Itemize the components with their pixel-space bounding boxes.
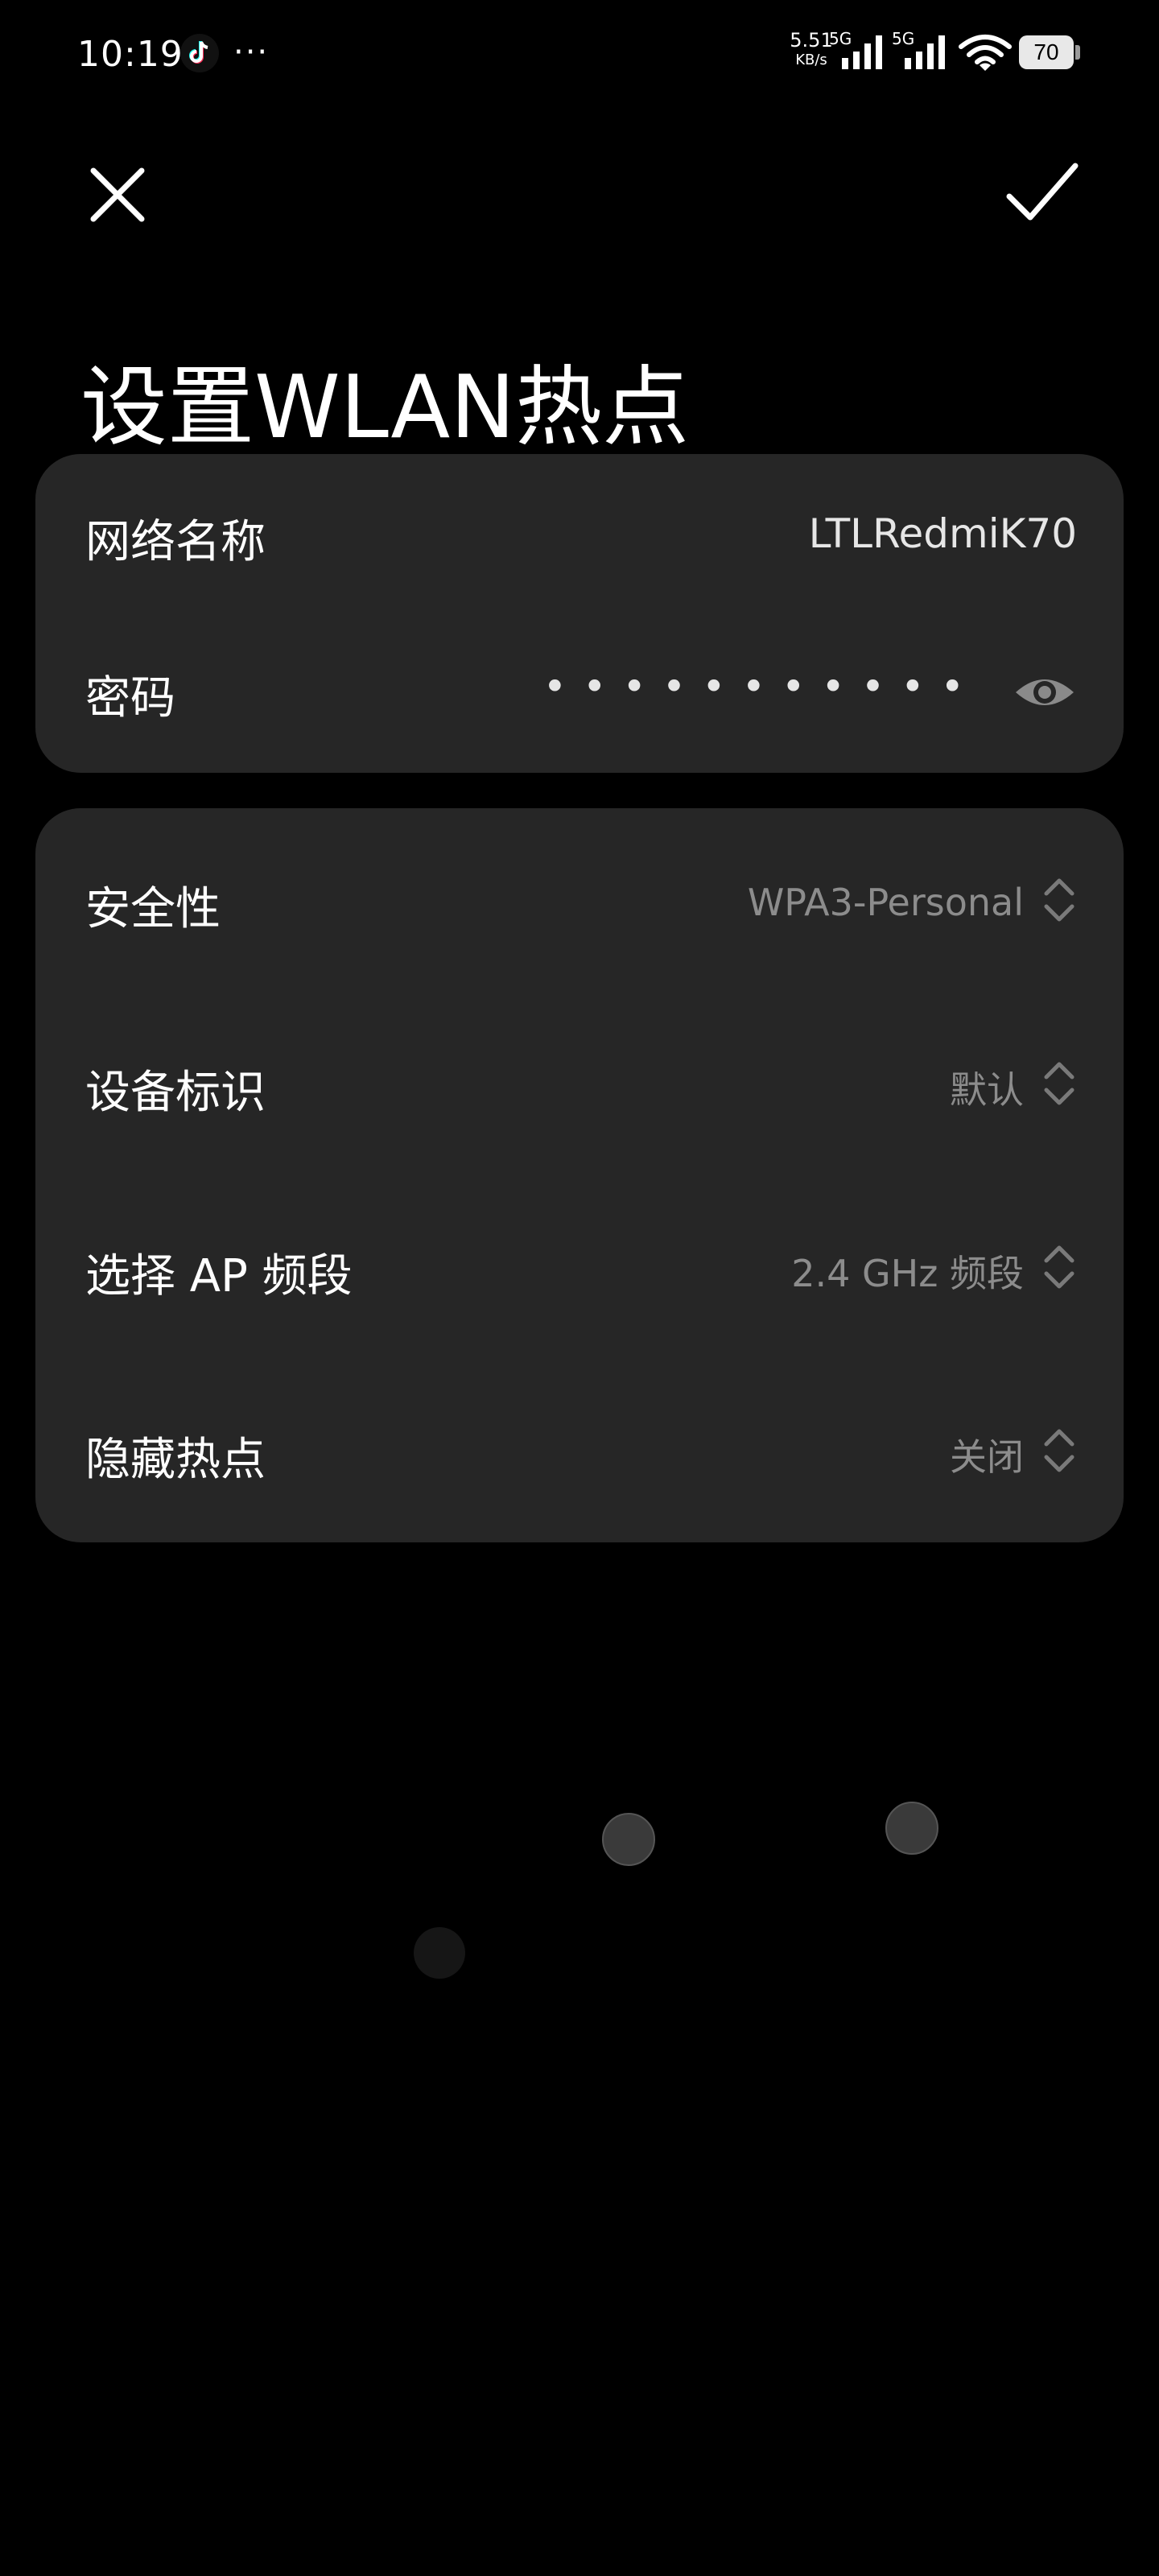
signal-icon [903,34,948,71]
close-icon [90,167,145,222]
device-id-value[interactable]: 默认 [950,1061,1024,1114]
hide-hotspot-row[interactable]: 隐藏热点 关闭 [35,1359,1124,1542]
hide-hotspot-value[interactable]: 关闭 [950,1428,1024,1481]
security-value[interactable]: WPA3-Personal [748,881,1024,924]
touch-indicator [602,1813,655,1866]
chevron-up-down-icon[interactable] [1043,1058,1075,1109]
network-name-value[interactable]: LTLRedmiK70 [809,510,1077,557]
page-title: 设置WLAN热点 [80,357,690,459]
close-button[interactable] [80,158,155,232]
ap-band-label: 选择 AP 频段 [85,1250,353,1302]
status-bar: 10:19 ··· 5.51 KB/s 5G 5G 70 [0,0,1159,105]
device-id-row[interactable]: 设备标识 默认 [35,992,1124,1175]
password-label: 密码 [85,672,175,724]
network-card: 网络名称 LTLRedmiK70 密码 • • • • • • • • • • … [35,454,1124,773]
password-row[interactable]: 密码 • • • • • • • • • • • [35,615,1124,773]
chevron-up-down-icon[interactable] [1043,874,1075,926]
touch-indicator [414,1927,465,1979]
network-name-label: 网络名称 [85,516,266,568]
touch-indicator [885,1802,938,1855]
network-name-row[interactable]: 网络名称 LTLRedmiK70 [35,454,1124,615]
chevron-up-down-icon[interactable] [1043,1425,1075,1476]
confirm-button[interactable] [1001,156,1082,230]
security-row[interactable]: 安全性 WPA3-Personal [35,808,1124,992]
eye-icon[interactable] [1013,660,1077,724]
hide-hotspot-label: 隐藏热点 [85,1434,266,1486]
signal-icon [840,34,885,71]
settings-card: 安全性 WPA3-Personal 设备标识 默认 选择 AP 频段 2.4 G… [35,808,1124,1542]
battery-icon: 70 [1019,35,1082,69]
chevron-up-down-icon[interactable] [1043,1241,1075,1293]
check-icon [1006,163,1079,221]
device-id-label: 设备标识 [85,1067,266,1119]
ap-band-row[interactable]: 选择 AP 频段 2.4 GHz 频段 [35,1175,1124,1359]
tiktok-icon [179,32,221,74]
ap-band-value[interactable]: 2.4 GHz 频段 [791,1245,1024,1298]
status-time: 10:19 [77,34,184,75]
network-speed: 5.51 KB/s [787,29,835,69]
battery-level: 70 [1033,39,1059,64]
password-value[interactable]: • • • • • • • • • • • [543,663,966,710]
wifi-icon [958,34,1013,72]
network-speed-unit: KB/s [795,52,827,68]
more-notifications-icon: ··· [233,34,270,71]
security-label: 安全性 [85,883,221,935]
network-speed-value: 5.51 [790,29,833,52]
